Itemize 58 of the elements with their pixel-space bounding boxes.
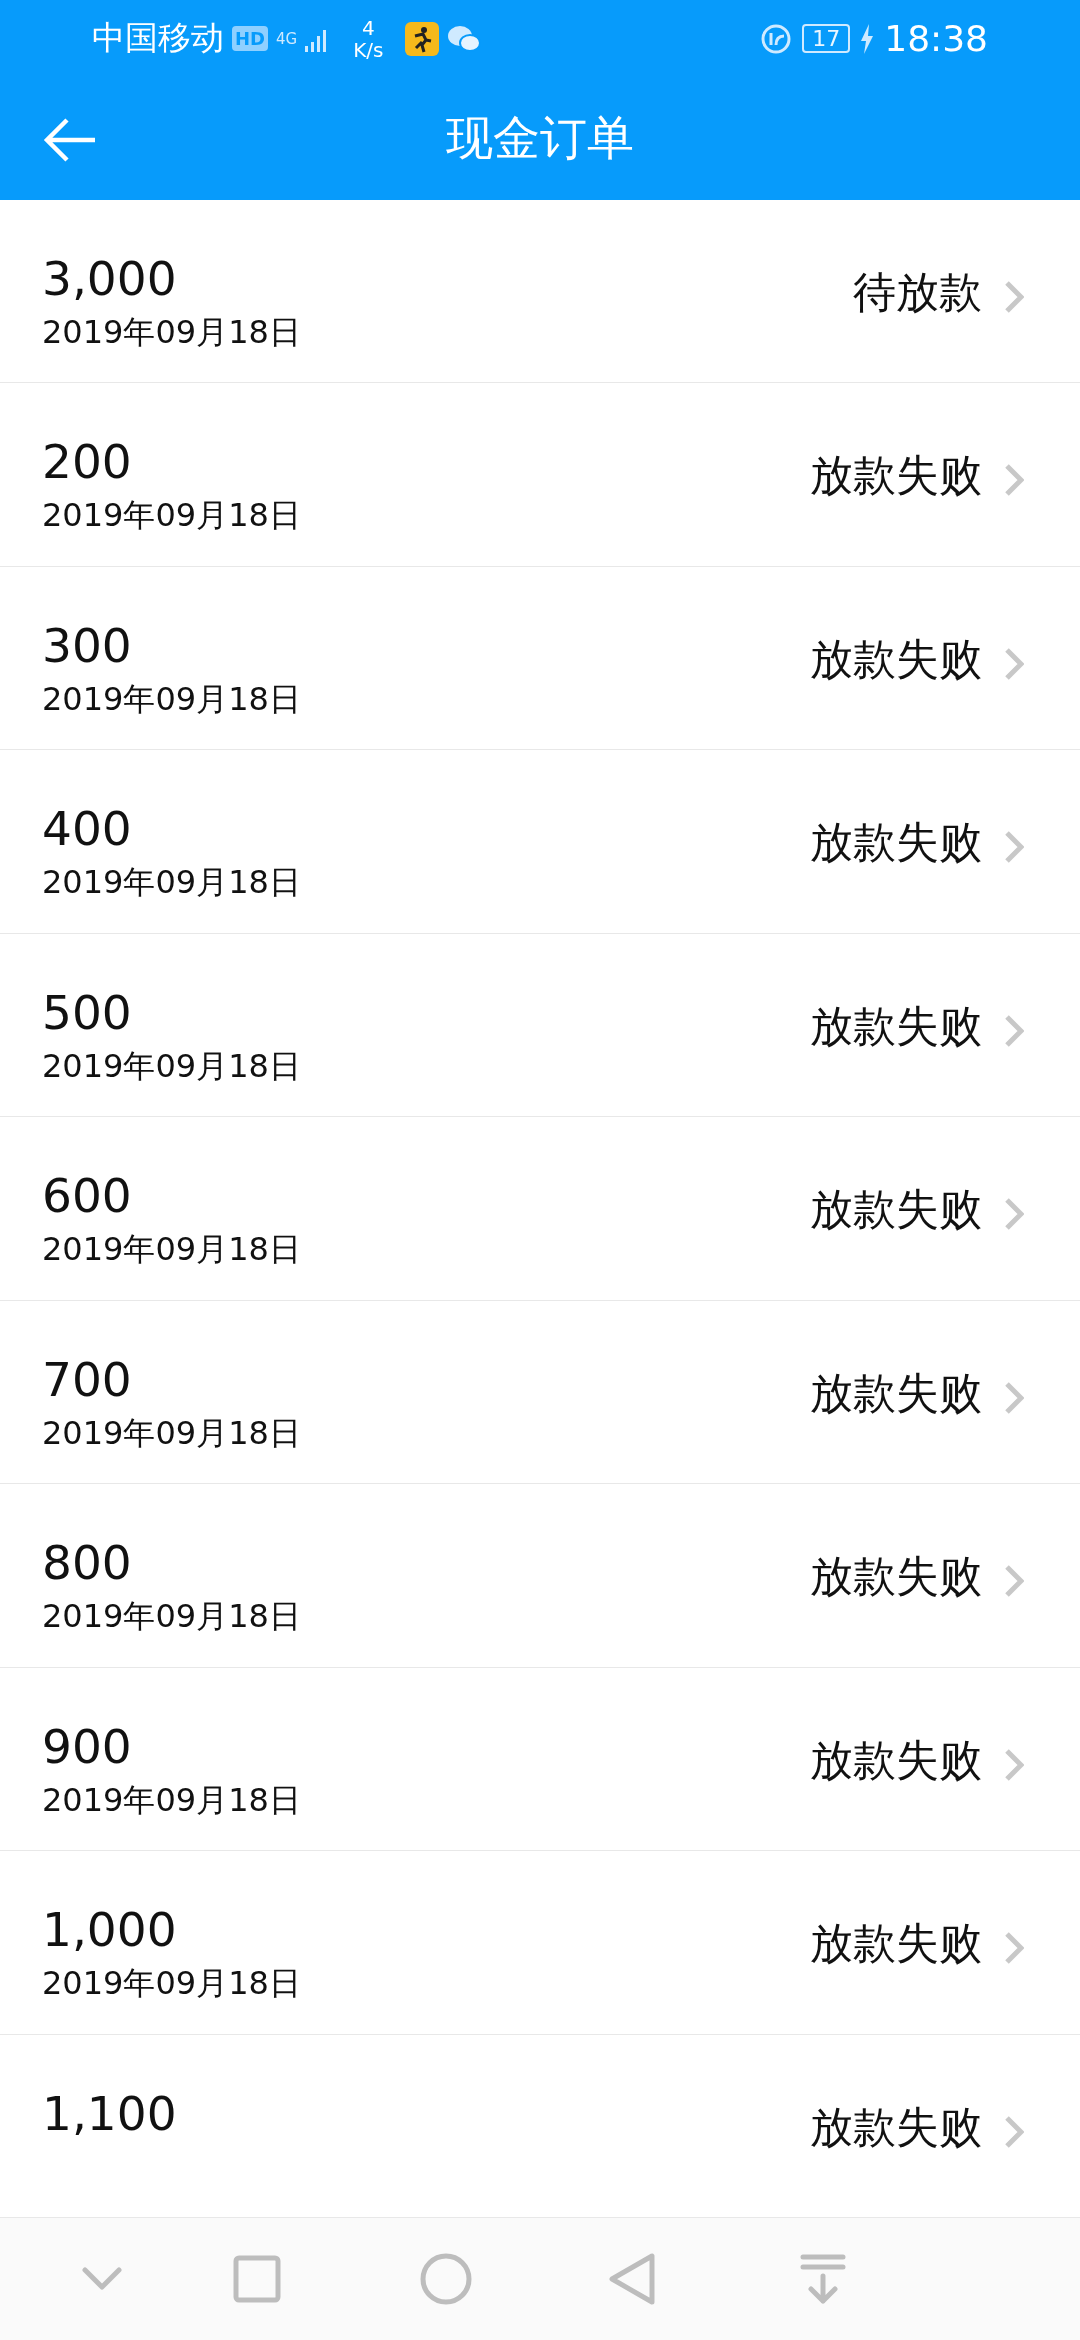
order-status: 放款失败 [810, 2100, 982, 2154]
order-status: 放款失败 [810, 1733, 982, 1787]
order-amount: 500 [42, 983, 133, 1042]
order-status: 放款失败 [810, 632, 982, 686]
hd-badge: HD [232, 26, 268, 52]
pull-down-icon[interactable] [800, 2254, 846, 2304]
order-status: 放款失败 [810, 449, 982, 503]
order-amount: 200 [42, 433, 133, 492]
chevron-right-icon [1004, 2114, 1024, 2149]
order-amount: 300 [42, 616, 133, 675]
chevron-right-icon [1004, 830, 1024, 865]
order-amount: 900 [42, 1717, 133, 1776]
back-arrow-icon [43, 117, 97, 164]
page-title: 现金订单 [446, 109, 634, 168]
network-speed: 4 K/s [353, 16, 384, 61]
order-amount: 1,000 [42, 1901, 178, 1960]
order-date: 2019年09月18日 [42, 862, 301, 904]
order-date: 2019年09月18日 [42, 1779, 301, 1821]
order-date: 2019年09月18日 [42, 1045, 301, 1087]
order-date: 2019年09月18日 [42, 678, 301, 720]
network-type: 4G [276, 30, 298, 49]
clock-time: 18:38 [884, 18, 988, 60]
chevron-right-icon [1004, 1747, 1024, 1782]
chevron-right-icon [1004, 1380, 1024, 1415]
order-status: 放款失败 [810, 999, 982, 1053]
chevron-right-icon [1004, 1564, 1024, 1599]
charging-icon [860, 23, 875, 54]
order-date: 2019年09月18日 [42, 1963, 301, 2005]
carrier-name: 中国移动 [92, 17, 224, 60]
home-circle-icon[interactable] [420, 2253, 472, 2305]
order-amount: 600 [42, 1167, 133, 1226]
chevron-right-icon [1004, 279, 1024, 314]
back-triangle-icon[interactable] [609, 2253, 655, 2305]
chevron-right-icon [1004, 1931, 1024, 1966]
collapse-icon[interactable] [82, 2267, 122, 2291]
chevron-right-icon [1004, 463, 1024, 498]
order-date: 2019年09月18日 [42, 1412, 301, 1454]
order-amount: 1,100 [42, 2084, 177, 2143]
order-amount: 800 [42, 1534, 133, 1593]
order-date: 2019年09月18日 [42, 1596, 301, 1638]
order-status: 放款失败 [810, 816, 982, 870]
chevron-right-icon [1004, 1013, 1024, 1048]
order-amount: 700 [42, 1350, 133, 1409]
order-status: 放款失败 [810, 1550, 982, 1604]
order-status: 放款失败 [810, 1366, 982, 1420]
order-amount: 400 [42, 800, 133, 859]
square-icon[interactable] [233, 2255, 281, 2303]
order-status: 待放款 [853, 265, 982, 319]
order-date: 2019年09月18日 [42, 1229, 301, 1271]
battery-level: 17 [802, 24, 851, 54]
running-figure-icon [405, 21, 440, 56]
order-status: 放款失败 [810, 1183, 982, 1237]
order-date: 2019年09月18日 [42, 311, 301, 353]
chevron-right-icon [1004, 646, 1024, 681]
chevron-right-icon [1004, 1197, 1024, 1232]
order-date: 2019年09月18日 [42, 495, 301, 537]
order-amount: 3,000 [42, 249, 178, 308]
order-status: 放款失败 [810, 1917, 982, 1971]
